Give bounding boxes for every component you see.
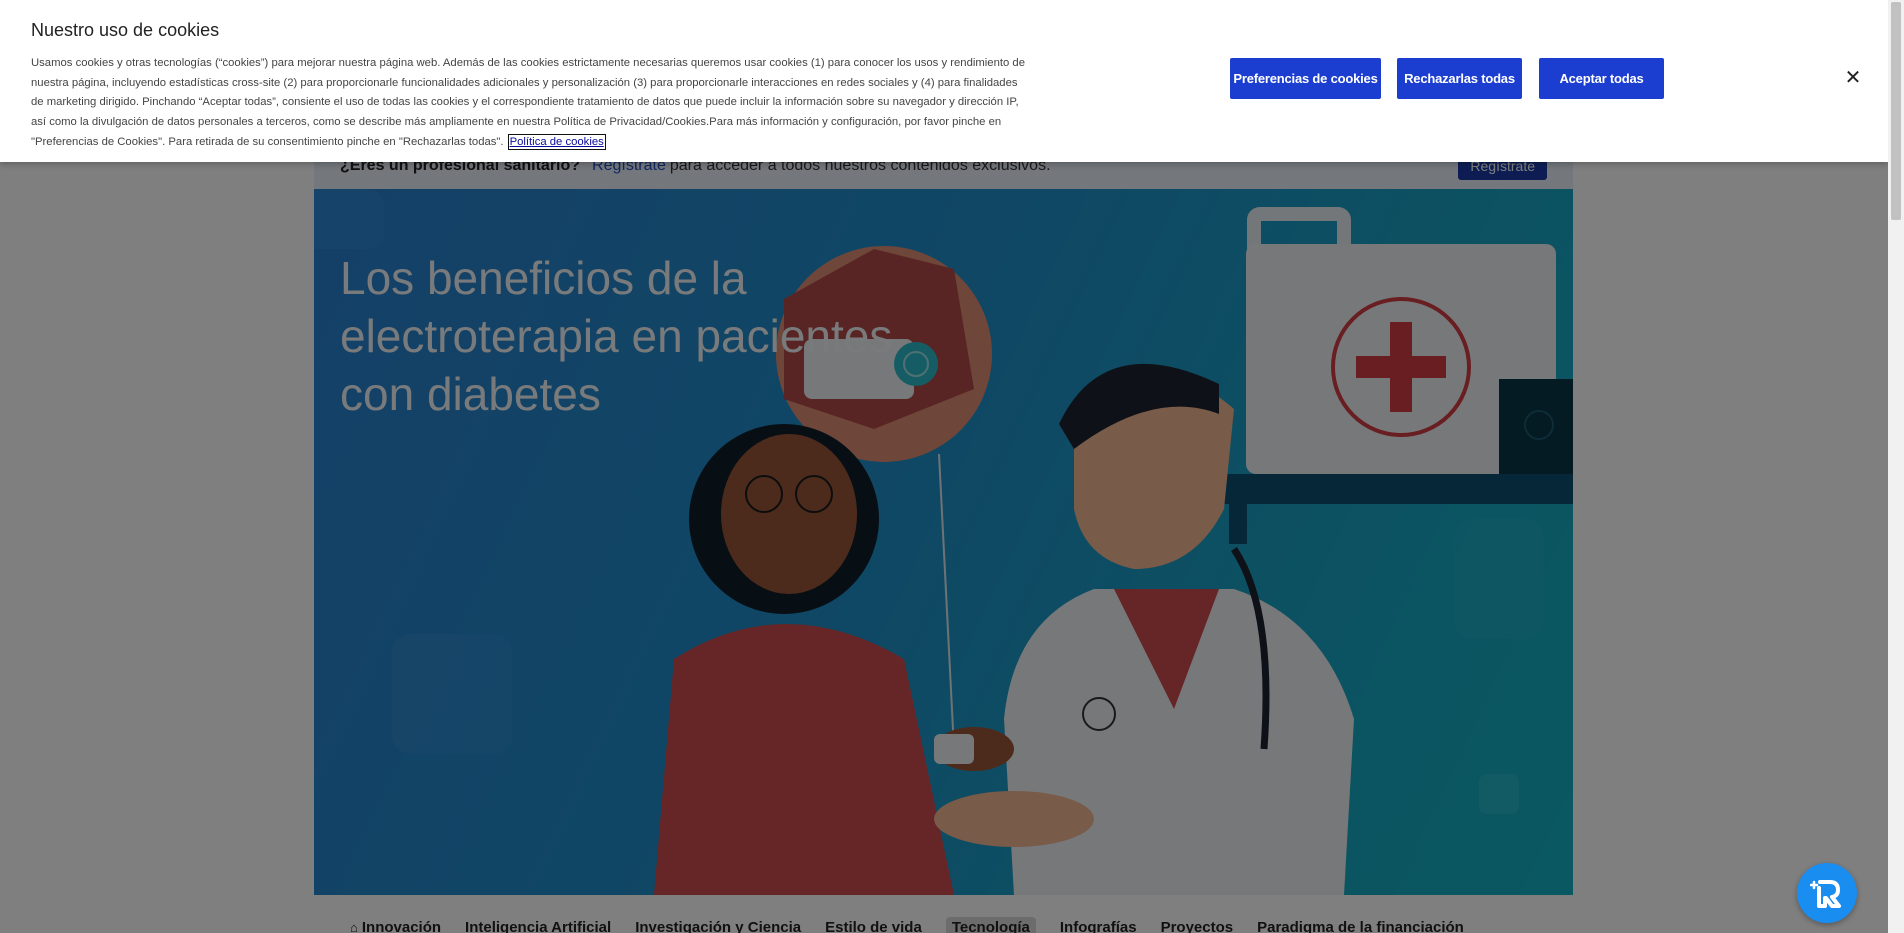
cookie-policy-link[interactable]: Política de cookies	[507, 133, 606, 150]
chat-bot-icon	[1810, 880, 1841, 908]
cookie-banner: Nuestro uso de cookies Usamos cookies y …	[0, 0, 1888, 162]
close-icon[interactable]: ✕	[1841, 65, 1865, 89]
cookie-description-text: Usamos cookies y otras tecnologías (“coo…	[31, 57, 1025, 148]
cookie-description: Usamos cookies y otras tecnologías (“coo…	[31, 54, 1031, 153]
scrollbar-thumb[interactable]	[1891, 2, 1901, 220]
chat-button[interactable]	[1797, 863, 1857, 923]
cookie-preferences-button[interactable]: Preferencias de cookies	[1230, 58, 1381, 99]
cookie-title: Nuestro uso de cookies	[31, 20, 220, 40]
reject-all-button[interactable]: Rechazarlas todas	[1397, 58, 1522, 99]
scrollbar[interactable]	[1888, 0, 1904, 933]
accept-all-button[interactable]: Aceptar todas	[1539, 58, 1664, 99]
